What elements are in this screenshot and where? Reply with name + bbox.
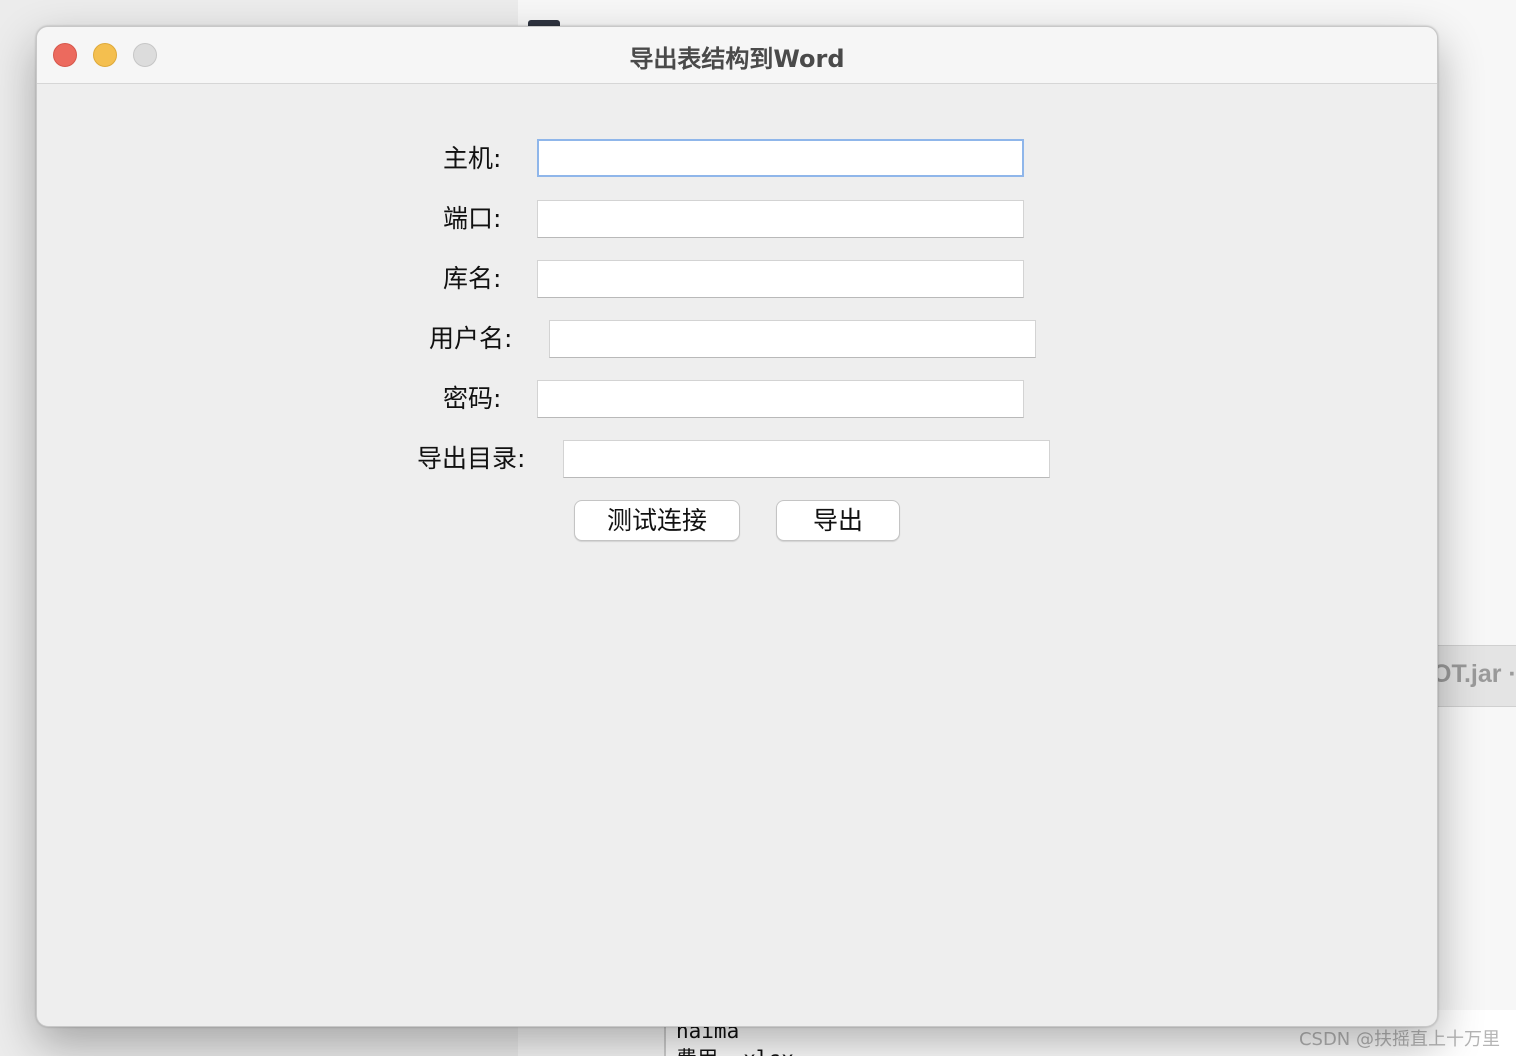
test-connection-button[interactable]: 测试连接 (574, 500, 740, 541)
export-dialog-window: 导出表结构到Word 主机: 端口: 库名: 用户名: 密码: 导出目录: 测试… (36, 26, 1438, 1027)
background-jar-tab-label: OT.jar · (1432, 660, 1516, 688)
host-input[interactable] (537, 139, 1024, 177)
watermark: CSDN @扶摇直上十万里 (1298, 1029, 1500, 1050)
export-directory-label: 导出目录: (417, 444, 526, 473)
password-label: 密码: (443, 384, 502, 413)
export-directory-input[interactable] (563, 440, 1050, 478)
port-label: 端口: (443, 204, 502, 233)
database-name-input[interactable] (537, 260, 1024, 298)
export-button[interactable]: 导出 (776, 500, 900, 541)
port-input[interactable] (537, 200, 1024, 238)
password-input[interactable] (537, 380, 1024, 418)
window-title: 导出表结构到Word (629, 45, 845, 73)
background-file-item: 费用 .xlsx (676, 1043, 794, 1056)
username-input[interactable] (549, 320, 1036, 358)
username-label: 用户名: (429, 324, 513, 353)
database-name-label: 库名: (443, 264, 502, 293)
title-bar[interactable]: 导出表结构到Word (37, 27, 1437, 84)
host-label: 主机: (443, 144, 502, 173)
